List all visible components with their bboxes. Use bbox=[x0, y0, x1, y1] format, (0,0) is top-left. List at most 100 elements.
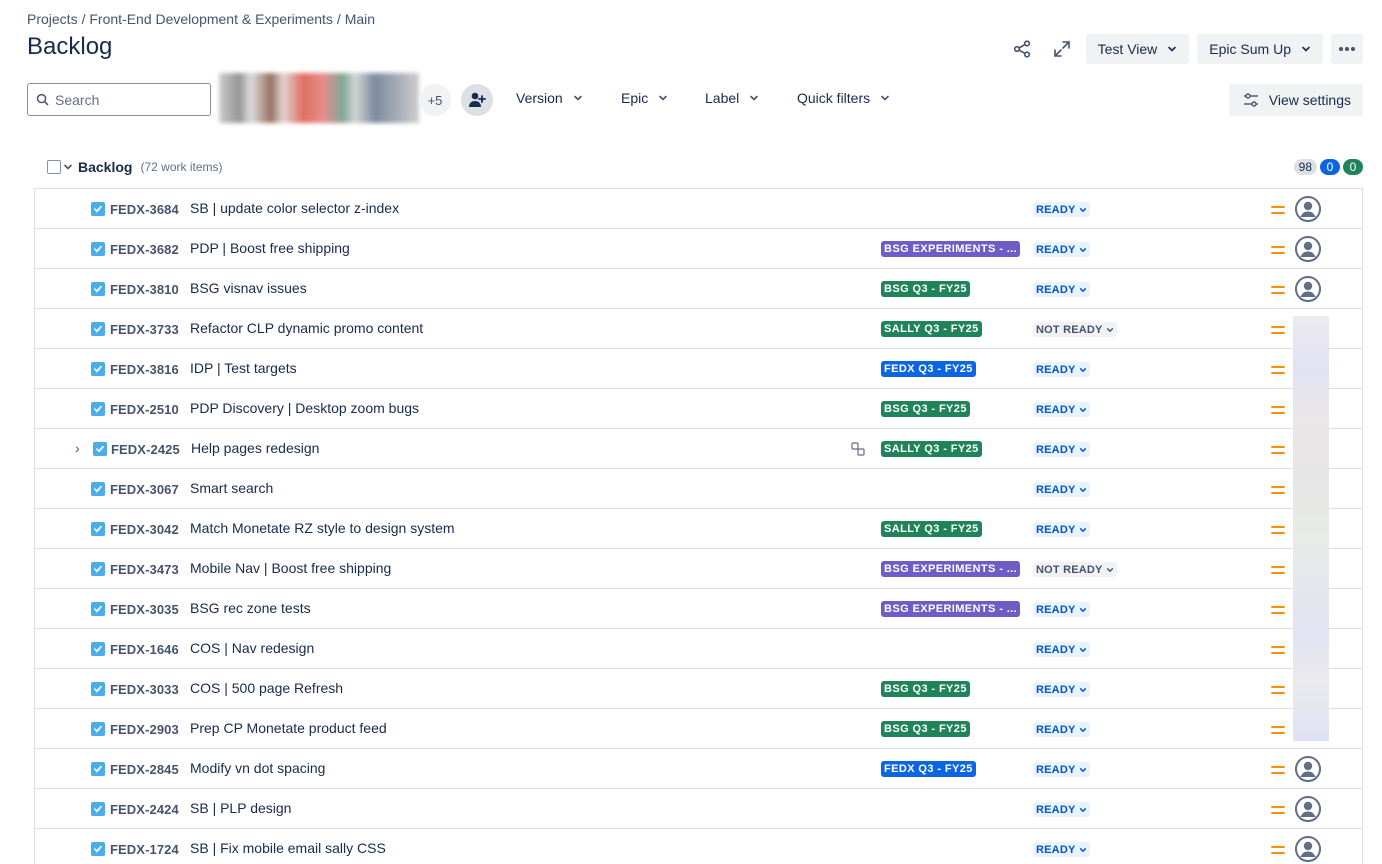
issue-key[interactable]: FEDX-3682 bbox=[110, 242, 179, 257]
issue-row[interactable]: FEDX-3035 BSG rec zone tests BSG EXPERIMEN… bbox=[34, 588, 1363, 629]
issue-key[interactable]: FEDX-2510 bbox=[110, 402, 179, 417]
issue-summary[interactable]: Refactor CLP dynamic promo content bbox=[190, 320, 423, 336]
issue-row[interactable]: FEDX-3682 PDP | Boost free shipping BSG EX… bbox=[34, 228, 1363, 269]
epic-filter[interactable]: Epic bbox=[621, 90, 668, 106]
issue-row[interactable]: FEDX-2845 Modify vn dot spacing FEDX Q3 - … bbox=[34, 748, 1363, 789]
epic-lozenge[interactable]: SALLY Q3 - FY25 bbox=[881, 521, 982, 537]
epic-lozenge[interactable]: SALLY Q3 - FY25 bbox=[881, 321, 982, 337]
select-all-checkbox[interactable] bbox=[47, 160, 61, 174]
status-dropdown[interactable]: READY bbox=[1033, 402, 1090, 417]
issue-summary[interactable]: COS | Nav redesign bbox=[190, 640, 314, 656]
status-dropdown[interactable]: READY bbox=[1033, 282, 1090, 297]
issue-key[interactable]: FEDX-2903 bbox=[110, 722, 179, 737]
status-dropdown[interactable]: READY bbox=[1033, 482, 1090, 497]
issue-summary[interactable]: IDP | Test targets bbox=[190, 360, 297, 376]
issue-key[interactable]: FEDX-3067 bbox=[110, 482, 179, 497]
status-dropdown[interactable]: READY bbox=[1033, 762, 1090, 777]
avatar-group[interactable] bbox=[219, 73, 419, 123]
label-filter[interactable]: Label bbox=[705, 90, 759, 106]
status-dropdown[interactable]: READY bbox=[1033, 642, 1090, 657]
epic-sum-up-dropdown[interactable]: Epic Sum Up bbox=[1197, 34, 1323, 64]
assignee-avatar[interactable] bbox=[1295, 796, 1321, 822]
issue-key[interactable]: FEDX-1646 bbox=[110, 642, 179, 657]
issue-key[interactable]: FEDX-2845 bbox=[110, 762, 179, 777]
issue-summary[interactable]: PDP Discovery | Desktop zoom bugs bbox=[190, 400, 419, 416]
issue-row[interactable]: FEDX-1724 SB | Fix mobile email sally CSS… bbox=[34, 828, 1363, 864]
status-dropdown[interactable]: READY bbox=[1033, 722, 1090, 737]
issue-summary[interactable]: Match Monetate RZ style to design system bbox=[190, 520, 455, 536]
assignee-avatar[interactable] bbox=[1295, 196, 1321, 222]
issue-summary[interactable]: Help pages redesign bbox=[191, 440, 319, 456]
issue-key[interactable]: FEDX-3473 bbox=[110, 562, 179, 577]
issue-key[interactable]: FEDX-3035 bbox=[110, 602, 179, 617]
issue-summary[interactable]: Mobile Nav | Boost free shipping bbox=[190, 560, 391, 576]
issue-row[interactable]: FEDX-1646 COS | Nav redesign READY bbox=[34, 628, 1363, 669]
breadcrumb-board[interactable]: / Main bbox=[337, 11, 375, 27]
status-dropdown[interactable]: NOT READY bbox=[1033, 562, 1117, 577]
issue-summary[interactable]: SB | Fix mobile email sally CSS bbox=[190, 840, 386, 856]
expand-chevron-icon[interactable]: › bbox=[75, 440, 80, 456]
fullscreen-button[interactable] bbox=[1046, 34, 1078, 64]
version-filter[interactable]: Version bbox=[516, 90, 583, 106]
assignee-avatar[interactable] bbox=[1295, 756, 1321, 782]
more-actions-button[interactable] bbox=[1331, 34, 1363, 64]
epic-lozenge[interactable]: BSG Q3 - FY25 bbox=[881, 721, 970, 737]
issue-row[interactable]: FEDX-3733 Refactor CLP dynamic promo cont… bbox=[34, 308, 1363, 349]
issue-row[interactable]: FEDX-3033 COS | 500 page Refresh BSG Q3 - … bbox=[34, 668, 1363, 709]
issue-row[interactable]: FEDX-2510 PDP Discovery | Desktop zoom bu… bbox=[34, 388, 1363, 429]
status-dropdown[interactable]: READY bbox=[1033, 802, 1090, 817]
breadcrumb-project[interactable]: / Front-End Development & Experiments bbox=[82, 11, 333, 27]
chevron-down-icon[interactable] bbox=[63, 162, 73, 172]
epic-lozenge[interactable]: BSG Q3 - FY25 bbox=[881, 681, 970, 697]
issue-key[interactable]: FEDX-2424 bbox=[110, 802, 179, 817]
status-dropdown[interactable]: READY bbox=[1033, 682, 1090, 697]
issue-row[interactable]: FEDX-3042 Match Monetate RZ style to desi… bbox=[34, 508, 1363, 549]
test-view-dropdown[interactable]: Test View bbox=[1085, 34, 1190, 64]
issue-summary[interactable]: SB | update color selector z-index bbox=[190, 200, 399, 216]
assignee-avatar[interactable] bbox=[1295, 276, 1321, 302]
status-dropdown[interactable]: NOT READY bbox=[1033, 322, 1117, 337]
issue-key[interactable]: FEDX-3042 bbox=[110, 522, 179, 537]
epic-lozenge[interactable]: BSG Q3 - FY25 bbox=[881, 401, 970, 417]
issue-row[interactable]: FEDX-3810 BSG visnav issues BSG Q3 - FY25 R… bbox=[34, 268, 1363, 309]
status-dropdown[interactable]: READY bbox=[1033, 202, 1090, 217]
quick-filters[interactable]: Quick filters bbox=[797, 90, 890, 106]
status-dropdown[interactable]: READY bbox=[1033, 442, 1090, 457]
breadcrumb-projects[interactable]: Projects bbox=[27, 11, 78, 27]
assignee-avatar[interactable] bbox=[1295, 836, 1321, 862]
status-dropdown[interactable]: READY bbox=[1033, 242, 1090, 257]
epic-lozenge[interactable]: FEDX Q3 - FY25 bbox=[881, 761, 976, 777]
issue-key[interactable]: FEDX-2425 bbox=[111, 442, 180, 457]
issue-summary[interactable]: BSG visnav issues bbox=[190, 280, 307, 296]
issue-row[interactable]: › FEDX-2425 Help pages redesign SALLY Q3 - … bbox=[34, 428, 1363, 469]
issue-row[interactable]: FEDX-2424 SB | PLP design READY bbox=[34, 788, 1363, 829]
issue-summary[interactable]: PDP | Boost free shipping bbox=[190, 240, 350, 256]
issue-summary[interactable]: Smart search bbox=[190, 480, 273, 496]
issue-row[interactable]: FEDX-3684 SB | update color selector z-in… bbox=[34, 188, 1363, 229]
more-avatars-button[interactable]: +5 bbox=[419, 84, 451, 116]
epic-lozenge[interactable]: BSG Q3 - FY25 bbox=[881, 281, 970, 297]
share-button[interactable] bbox=[1006, 34, 1038, 64]
search-box[interactable] bbox=[27, 83, 211, 116]
epic-lozenge[interactable]: BSG EXPERIMENTS - ... bbox=[881, 601, 1021, 617]
epic-lozenge[interactable]: FEDX Q3 - FY25 bbox=[881, 361, 976, 377]
status-dropdown[interactable]: READY bbox=[1033, 362, 1090, 377]
issue-key[interactable]: FEDX-3810 bbox=[110, 282, 179, 297]
issue-summary[interactable]: Prep CP Monetate product feed bbox=[190, 720, 387, 736]
status-dropdown[interactable]: READY bbox=[1033, 522, 1090, 537]
search-input[interactable] bbox=[55, 91, 195, 108]
issue-summary[interactable]: BSG rec zone tests bbox=[190, 600, 311, 616]
epic-lozenge[interactable]: BSG EXPERIMENTS - ... bbox=[881, 561, 1021, 577]
status-dropdown[interactable]: READY bbox=[1033, 842, 1090, 857]
issue-key[interactable]: FEDX-3033 bbox=[110, 682, 179, 697]
issue-key[interactable]: FEDX-1724 bbox=[110, 842, 179, 857]
add-people-button[interactable] bbox=[461, 84, 493, 116]
issue-key[interactable]: FEDX-3816 bbox=[110, 362, 179, 377]
assignee-avatar[interactable] bbox=[1295, 236, 1321, 262]
view-settings-button[interactable]: View settings bbox=[1228, 84, 1363, 116]
issue-row[interactable]: FEDX-3067 Smart search READY bbox=[34, 468, 1363, 509]
issue-summary[interactable]: Modify vn dot spacing bbox=[190, 760, 325, 776]
issue-summary[interactable]: COS | 500 page Refresh bbox=[190, 680, 343, 696]
status-dropdown[interactable]: READY bbox=[1033, 602, 1090, 617]
issue-row[interactable]: FEDX-2903 Prep CP Monetate product feed BS… bbox=[34, 708, 1363, 749]
